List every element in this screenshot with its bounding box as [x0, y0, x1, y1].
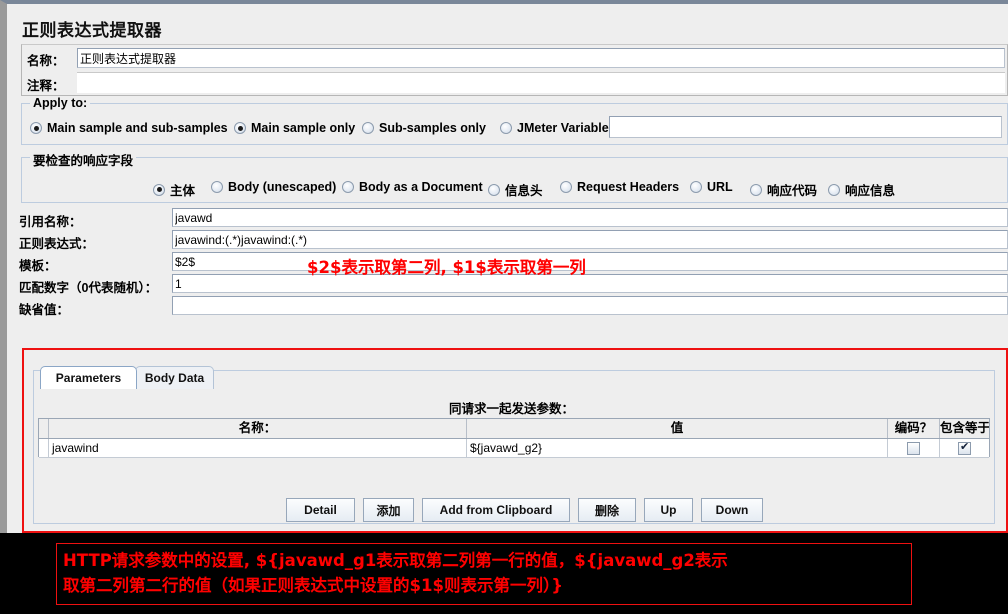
page-title: 正则表达式提取器: [22, 21, 162, 40]
tab-label: Body Data: [144, 371, 205, 385]
reference-name-input[interactable]: [172, 208, 1008, 227]
tab-parameters[interactable]: Parameters: [40, 366, 137, 389]
comment-row: 注释：: [22, 71, 1007, 95]
radio-label: Body (unescaped): [228, 180, 337, 194]
default-value-input[interactable]: [172, 296, 1008, 315]
column-header-encode[interactable]: 编码？: [888, 419, 940, 438]
radio-icon: [500, 122, 512, 134]
radio-body-as-a-document[interactable]: Body as a Document: [342, 180, 483, 194]
cell-include-equals[interactable]: [940, 439, 989, 457]
match-number-input[interactable]: [172, 274, 1008, 293]
radio-label: 响应信息: [845, 184, 896, 198]
radio-icon: [234, 122, 246, 134]
default-value-label: 缺省值：: [19, 303, 70, 317]
table-caption: 同请求一起发送参数：: [449, 402, 575, 416]
comment-input[interactable]: [77, 72, 1005, 93]
include-equals-checkbox[interactable]: [958, 440, 971, 456]
encode-checkbox[interactable]: [907, 442, 920, 456]
comment-label: 注释：: [27, 79, 65, 93]
radio-icon: [153, 183, 165, 196]
match-number-label: 匹配数字（0代表随机）：: [19, 281, 158, 295]
radio-body-unescaped[interactable]: Body (unescaped): [211, 180, 336, 194]
cell-encode[interactable]: [888, 439, 940, 457]
radio-icon: [342, 181, 354, 193]
jmeter-variable-input[interactable]: [609, 116, 1002, 138]
radio-icon: [560, 181, 572, 193]
tab-label: Parameters: [55, 371, 122, 385]
radio-label: 主体: [170, 184, 196, 198]
radio-request-headers[interactable]: Request Headers: [560, 180, 679, 194]
bottom-red-note-box: HTTP请求参数中的设置, ${javawd_g1表示取第二列第一行的值，${j…: [56, 543, 912, 605]
add-button[interactable]: 添加: [363, 498, 414, 522]
regex-label: 正则表达式：: [19, 237, 95, 251]
regex-input[interactable]: [172, 230, 1008, 249]
radio-icon: [750, 183, 762, 196]
radio-icon: [488, 183, 500, 196]
radio-label: Body as a Document: [359, 180, 483, 194]
reference-name-label: 引用名称：: [19, 215, 82, 229]
http-request-red-frame: Parameters Body Data 同请求一起发送参数： 名称： 值 编码…: [22, 348, 1008, 533]
radio-label: JMeter Variable: [517, 121, 609, 135]
name-row: 名称：: [22, 46, 1007, 70]
parameters-table: 名称： 值 编码？ 包含等于？ javawind ${javawd_g2}: [38, 418, 990, 458]
radio-headers[interactable]: 信息头: [488, 180, 543, 199]
bottom-note-line-2: 取第二列第二行的值（如果正则表达式中设置的$1$则表示第一列）}: [63, 576, 563, 595]
response-field-legend: 要检查的响应字段: [30, 150, 137, 169]
radio-label: URL: [707, 180, 733, 194]
name-input[interactable]: [77, 48, 1005, 68]
table-row[interactable]: javawind ${javawd_g2}: [39, 439, 989, 458]
inline-red-annotation: $2$表示取第二列, $1$表示取第一列: [307, 258, 586, 277]
radio-label: 信息头: [505, 184, 543, 198]
radio-label: 响应代码: [767, 184, 818, 198]
cell-value[interactable]: ${javawd_g2}: [467, 439, 888, 457]
apply-to-legend: Apply to:: [30, 96, 91, 110]
radio-icon: [690, 181, 702, 193]
add-from-clipboard-button[interactable]: Add from Clipboard: [422, 498, 570, 522]
bottom-annotation-area: HTTP请求参数中的设置, ${javawd_g1表示取第二列第一行的值，${j…: [0, 533, 1008, 614]
radio-main-sample-only[interactable]: Main sample only: [234, 121, 355, 135]
radio-icon: [828, 183, 840, 196]
column-header-index[interactable]: [39, 419, 49, 438]
down-button[interactable]: Down: [701, 498, 763, 522]
apply-to-group: Apply to: Main sample and sub-samples Ma…: [21, 96, 1008, 145]
cell-name[interactable]: javawind: [49, 439, 467, 457]
template-input[interactable]: [172, 252, 1008, 271]
name-comment-box: 名称： 注释：: [21, 44, 1008, 96]
column-header-include-equals[interactable]: 包含等于？: [940, 419, 989, 438]
template-label: 模板：: [19, 259, 57, 273]
radio-label: Request Headers: [577, 180, 680, 194]
cell-index: [39, 439, 49, 457]
radio-label: Main sample and sub-samples: [47, 121, 228, 135]
radio-url[interactable]: URL: [690, 180, 733, 194]
radio-sub-samples-only[interactable]: Sub-samples only: [362, 121, 486, 135]
column-header-name[interactable]: 名称：: [49, 419, 467, 438]
radio-label: Main sample only: [251, 121, 356, 135]
name-label: 名称：: [27, 54, 65, 68]
radio-label: Sub-samples only: [379, 121, 486, 135]
up-button[interactable]: Up: [644, 498, 693, 522]
table-header-row: 名称： 值 编码？ 包含等于？: [39, 419, 989, 439]
radio-main-sample-and-sub-samples[interactable]: Main sample and sub-samples: [30, 121, 228, 135]
delete-button[interactable]: 删除: [578, 498, 636, 522]
tab-body-data[interactable]: Body Data: [135, 366, 214, 389]
radio-response-message[interactable]: 响应信息: [828, 180, 895, 199]
radio-icon: [362, 122, 374, 134]
radio-jmeter-variable[interactable]: JMeter Variable: [500, 121, 609, 135]
radio-icon: [30, 122, 42, 134]
radio-response-code[interactable]: 响应代码: [750, 180, 817, 199]
bottom-note-line-1: HTTP请求参数中的设置, ${javawd_g1表示取第二列第一行的值，${j…: [63, 551, 728, 570]
column-header-value[interactable]: 值: [467, 419, 888, 438]
radio-body[interactable]: 主体: [153, 180, 195, 199]
window-content: 正则表达式提取器 名称： 注释： Apply to: Main sample a…: [14, 8, 1008, 533]
response-field-group: 要检查的响应字段 主体 Body (unescaped) Body as a D…: [21, 150, 1008, 203]
detail-button[interactable]: Detail: [286, 498, 355, 522]
radio-icon: [211, 181, 223, 193]
jmeter-regex-extractor-window: 正则表达式提取器 名称： 注释： Apply to: Main sample a…: [0, 0, 1008, 533]
